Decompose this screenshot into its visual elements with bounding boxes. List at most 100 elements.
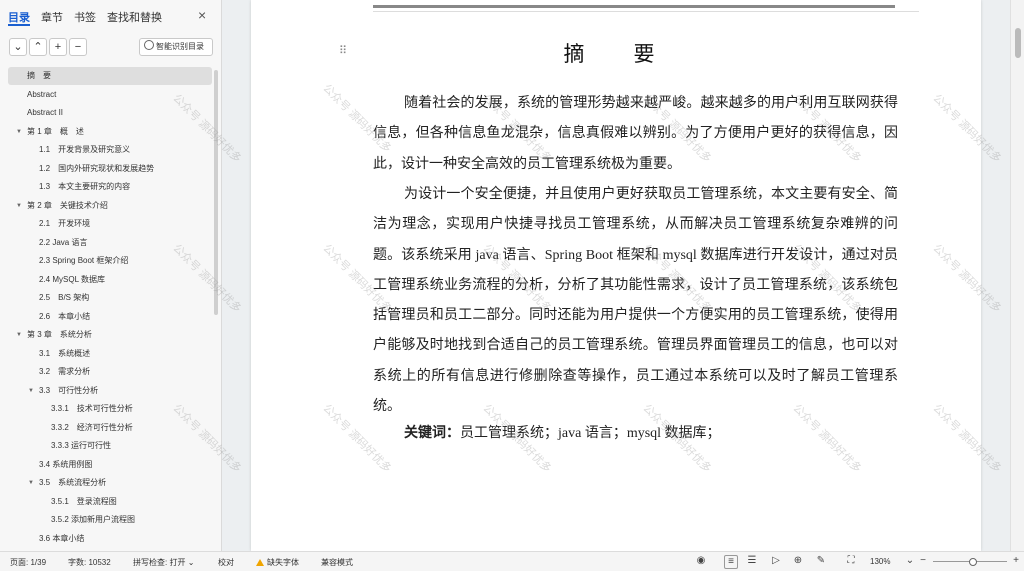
keywords-value: 员工管理系统；java 语言；mysql 数据库； [460, 426, 721, 441]
toc-item[interactable]: 3.6 本章小结 [0, 530, 214, 546]
caret-down-icon[interactable]: ▼ [28, 382, 34, 400]
outline-view-icon[interactable]: ☰ [746, 555, 758, 567]
smart-recognize-icon [144, 40, 154, 50]
caret-down-icon[interactable]: ▼ [16, 123, 22, 141]
spellcheck-toggle[interactable]: 拼写检查: 打开 ⌄ [133, 557, 194, 568]
chevron-down-icon[interactable]: ⌄ [904, 555, 916, 567]
tab-toc[interactable]: 目录 [8, 9, 30, 25]
compat-mode-label: 兼容模式 [321, 558, 353, 567]
toc-item-label: 摘 要 [27, 71, 51, 80]
toc-item-label: 3.5 系统流程分析 [39, 478, 107, 487]
abstract-paragraph-2: 为设计一个安全便捷，并且使用户更好获取员工管理系统，本文主要有安全、简洁为理念，… [373, 187, 898, 415]
close-icon[interactable]: × [198, 7, 206, 23]
toc-item-label: 第 1 章 概 述 [27, 126, 84, 136]
proofread-button[interactable]: 校对 [218, 557, 234, 568]
nav-tabs: 目录 章节 书签 查找和替换 × [0, 0, 221, 32]
toc-item-label: 2.1 开发环境 [39, 219, 91, 228]
toc-item-label: 2.5 B/S 架构 [39, 293, 90, 302]
toc-item[interactable]: 1.3 本文主要研究的内容 [0, 178, 214, 196]
toc-item[interactable]: ▼ 3.5 系统流程分析 [0, 474, 214, 492]
missing-font-button[interactable]: 缺失字体 [256, 557, 299, 568]
web-view-icon[interactable]: ⊕ [792, 555, 804, 567]
toc-item[interactable]: Abstract II [0, 104, 214, 122]
page-top-border [373, 5, 895, 8]
scrollbar-thumb[interactable] [1015, 28, 1021, 58]
zoom-out-icon[interactable]: − [917, 555, 929, 567]
keywords-label: 关键词： [404, 426, 460, 441]
word-count[interactable]: 字数: 10532 [68, 557, 111, 568]
toc-item[interactable]: 3.5.2 添加新用户流程图 [0, 511, 214, 529]
toc-item[interactable]: 3.4 系统用例图 [0, 456, 214, 474]
toc-item-label: 3.3.3 运行可行性 [51, 441, 112, 450]
toc-item[interactable]: ▼ 第 3 章 系统分析 [0, 326, 214, 344]
zoom-slider-knob[interactable] [969, 558, 978, 566]
pen-icon[interactable]: ✎ [815, 555, 827, 567]
toc-item-label: 1.1 开发背景及研究意义 [39, 145, 131, 154]
toc-item[interactable]: 2.5 B/S 架构 [0, 289, 214, 307]
page-view-icon[interactable]: ≡ [724, 555, 738, 569]
document-scrollbar[interactable] [1010, 0, 1024, 551]
toc-item-label: 3.3.2 经济可行性分析 [51, 422, 133, 432]
collapse-all-button[interactable]: ⌄ [9, 38, 27, 56]
toc-item-label: Abstract II [27, 108, 64, 117]
toc-item-label: Abstract [27, 89, 57, 99]
zoom-level[interactable]: 130% [870, 557, 890, 566]
toc-item[interactable]: 摘 要 [8, 67, 212, 85]
toc-item-label: 3.5.2 添加新用户流程图 [51, 515, 136, 524]
tab-sections[interactable]: 章节 [41, 9, 63, 25]
toc-item[interactable]: 2.4 MySQL 数据库 [0, 271, 214, 289]
toc-item[interactable]: 3.5.1 登录流程图 [0, 493, 214, 511]
active-tab-indicator [8, 24, 30, 26]
tab-find-replace[interactable]: 查找和替换 [107, 9, 162, 25]
toc-item[interactable]: 3.3.2 经济可行性分析 [0, 419, 214, 437]
caret-down-icon[interactable]: ▼ [16, 197, 22, 215]
chevron-down-icon: ⌄ [187, 558, 195, 567]
keywords-line: 关键词：员工管理系统；java 语言；mysql 数据库； [404, 422, 721, 442]
caret-down-icon[interactable]: ▼ [28, 474, 34, 492]
toc-item-label: 2.6 本章小结 [39, 311, 91, 321]
tab-bookmarks[interactable]: 书签 [74, 9, 96, 25]
toc-item-label: 3.6 本章小结 [39, 533, 85, 543]
toc-item[interactable]: ▼ 第 2 章 关键技术介绍 [0, 197, 214, 215]
play-icon[interactable]: ▷ [770, 555, 782, 567]
status-bar: 页面: 1/39 字数: 10532 拼写检查: 打开 ⌄ 校对 缺失字体 兼容… [0, 551, 1024, 571]
toc-item-label: 3.4 系统用例图 [39, 459, 93, 469]
toc-item[interactable]: ▼ 第 1 章 概 述 [0, 123, 214, 141]
smart-toc-label: 智能识别目录 [156, 42, 204, 51]
add-heading-button[interactable]: + [49, 38, 67, 56]
toc-item-label: 1.2 国内外研究现状和发展趋势 [39, 163, 155, 173]
remove-heading-button[interactable]: − [69, 38, 87, 56]
toc-item[interactable]: 2.6 本章小结 [0, 308, 214, 326]
fit-width-icon[interactable]: ⛶ [845, 555, 857, 567]
toc-item[interactable]: 3.1 系统概述 [0, 345, 214, 363]
caret-down-icon[interactable]: ▼ [16, 326, 22, 344]
page-indicator[interactable]: 页面: 1/39 [10, 557, 46, 568]
toc-item-label: 3.5.1 登录流程图 [51, 496, 117, 506]
toc-item-label: 2.3 Spring Boot 框架介绍 [39, 256, 129, 265]
toc-item[interactable]: ▼ 3.3 可行性分析 [0, 382, 214, 400]
toc-item-label: 第 2 章 关键技术介绍 [27, 200, 108, 210]
toc-item[interactable]: 1.2 国内外研究现状和发展趋势 [0, 160, 214, 178]
toc-item-label: 3.1 系统概述 [39, 348, 91, 358]
warning-icon [256, 559, 264, 566]
toc-item[interactable]: 3.3.3 运行可行性 [0, 437, 214, 455]
page-top-line [373, 11, 919, 12]
toc-item-label: 3.2 需求分析 [39, 367, 91, 376]
page-title: 摘 要 [563, 42, 669, 66]
toc-item-label: 3.3 可行性分析 [39, 385, 99, 395]
toc-item[interactable]: 3.3.1 技术可行性分析 [0, 400, 214, 418]
nav-scrollbar[interactable] [214, 70, 218, 315]
toc-item[interactable]: 2.1 开发环境 [0, 215, 214, 233]
toc-item[interactable]: Abstract [0, 86, 214, 104]
toc-item[interactable]: 2.3 Spring Boot 框架介绍 [0, 252, 214, 270]
smart-toc-button[interactable]: 智能识别目录 [139, 38, 213, 56]
toc-item-label: 1.3 本文主要研究的内容 [39, 182, 131, 191]
toc-item[interactable]: 2.2 Java 语言 [0, 234, 214, 252]
toc-item[interactable]: 3.2 需求分析 [0, 363, 214, 381]
document-page[interactable]: ⠿ 摘 要 随着社会的发展，系统的管理形势越来越严峻。越来越多的用户利用互联网获… [251, 0, 981, 551]
toc-item[interactable]: 1.1 开发背景及研究意义 [0, 141, 214, 159]
expand-all-button[interactable]: ⌃ [29, 38, 47, 56]
eye-icon[interactable]: ◉ [695, 555, 707, 567]
toc-item-label: 第 3 章 系统分析 [27, 330, 92, 339]
zoom-in-icon[interactable]: + [1010, 555, 1022, 567]
